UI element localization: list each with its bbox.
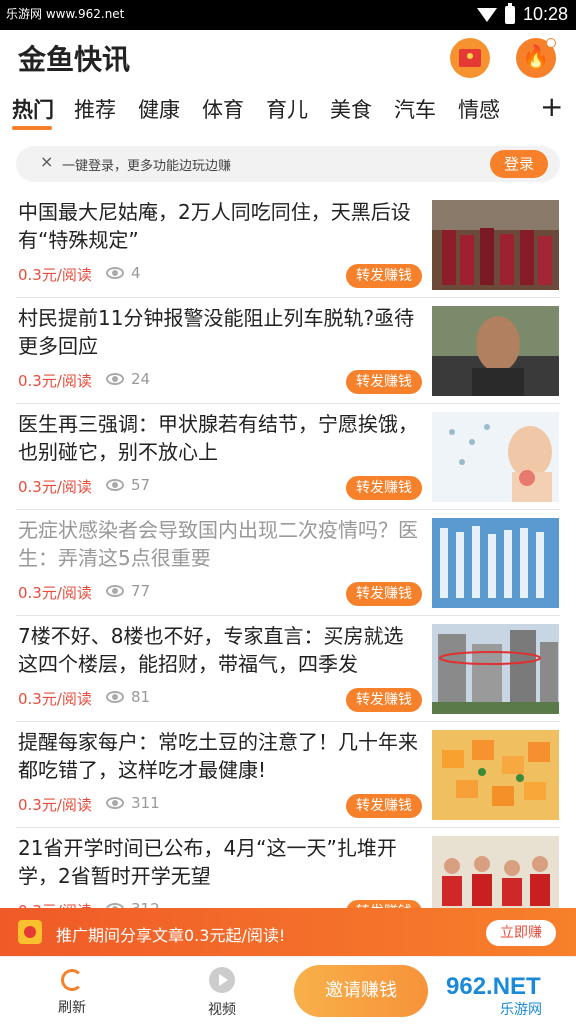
article-title[interactable]: 无症状感染者会导致国内出现二次疫情吗？医生：弄清这5点很重要	[18, 516, 418, 572]
article-views: 57	[131, 476, 151, 494]
article-views: 311	[131, 794, 160, 812]
app-title: 金鱼快讯	[18, 43, 131, 76]
app-header: 金鱼快讯 🔥	[0, 30, 576, 86]
eye-icon	[106, 267, 124, 279]
tab-hot[interactable]: 热门	[12, 94, 54, 124]
article-views: 4	[131, 264, 141, 282]
eye-icon	[106, 479, 124, 491]
red-envelope-button[interactable]	[450, 38, 490, 78]
promo-banner: 推广期间分享文章0.3元起/阅读! 立即赚	[0, 908, 576, 956]
article-item[interactable]: 村民提前11分钟报警没能阻止列车脱轨?亟待更多回应 0.3元/阅读 24 转发赚…	[0, 298, 576, 404]
tab-health[interactable]: 健康	[138, 94, 180, 124]
article-thumbnail[interactable]	[432, 306, 559, 396]
eye-icon	[106, 373, 124, 385]
tab-food[interactable]: 美食	[330, 94, 372, 124]
login-banner-text: 一键登录，更多功能边玩边赚	[62, 159, 232, 174]
eye-icon	[106, 797, 124, 809]
eye-icon	[106, 691, 124, 703]
article-price: 0.3元/阅读	[18, 796, 92, 814]
eye-icon	[106, 585, 124, 597]
article-title[interactable]: 中国最大尼姑庵，2万人同吃同住，天黑后设有“特殊规定”	[18, 198, 418, 254]
article-item[interactable]: 中国最大尼姑庵，2万人同吃同住，天黑后设有“特殊规定” 0.3元/阅读 4 转发…	[0, 192, 576, 298]
article-title[interactable]: 21省开学时间已公布，4月“这一天”扎堆开学，2省暂时开学无望	[18, 834, 418, 890]
article-price: 0.3元/阅读	[18, 690, 92, 708]
nav-refresh[interactable]: 刷新	[40, 965, 104, 1017]
share-earn-button[interactable]: 转发赚钱	[346, 476, 422, 500]
gift-icon	[18, 920, 42, 944]
article-title[interactable]: 医生再三强调：甲状腺若有结节，宁愿挨饿，也别碰它，别不放心上	[18, 410, 418, 466]
article-thumbnail[interactable]	[432, 518, 559, 608]
battery-icon	[504, 2, 515, 24]
article-item[interactable]: 提醒每家每户：常吃土豆的注意了！几十年来都吃错了，这样吃才最健康! 0.3元/阅…	[0, 722, 576, 828]
refresh-icon	[61, 969, 83, 991]
article-title[interactable]: 村民提前11分钟报警没能阻止列车脱轨?亟待更多回应	[18, 304, 418, 360]
article-price: 0.3元/阅读	[18, 372, 92, 390]
nav-refresh-label: 刷新	[58, 1000, 86, 1016]
status-bar: 乐游网 www.962.net 10:28	[0, 0, 576, 30]
site-watermark: 962.NET 乐游网	[440, 966, 570, 1018]
article-thumbnail[interactable]	[432, 200, 559, 290]
article-thumbnail[interactable]	[432, 624, 559, 714]
play-icon	[209, 967, 235, 993]
status-site-text: 乐游网 www.962.net	[6, 7, 125, 21]
tab-sports[interactable]: 体育	[202, 94, 244, 124]
article-price: 0.3元/阅读	[18, 266, 92, 284]
notification-dot	[546, 38, 556, 48]
category-tabs: 热门 推荐 健康 体育 育儿 美食 汽车 情感 +	[0, 88, 576, 134]
wifi-icon	[476, 7, 497, 22]
share-earn-button[interactable]: 转发赚钱	[346, 370, 422, 394]
status-time: 10:28	[522, 4, 568, 24]
tab-parenting[interactable]: 育儿	[266, 94, 308, 124]
article-price: 0.3元/阅读	[18, 584, 92, 602]
article-title[interactable]: 7楼不好、8楼也不好，专家直言：买房就选这四个楼层，能招财，带福气，四季发	[18, 622, 418, 678]
login-banner: × 一键登录，更多功能边玩边赚 登录	[16, 146, 560, 182]
login-button[interactable]: 登录	[490, 150, 548, 178]
fire-icon: 🔥	[522, 45, 550, 70]
invite-earn-button[interactable]: 邀请赚钱	[294, 965, 428, 1017]
status-icons: 10:28	[476, 2, 568, 25]
promo-text: 推广期间分享文章0.3元起/阅读!	[56, 926, 286, 945]
share-earn-button[interactable]: 转发赚钱	[346, 688, 422, 712]
add-tab-icon[interactable]: +	[540, 90, 563, 123]
article-views: 81	[131, 688, 151, 706]
watermark-subtext: 乐游网	[500, 1002, 542, 1018]
article-thumbnail[interactable]	[432, 730, 559, 820]
share-earn-button[interactable]: 转发赚钱	[346, 264, 422, 288]
article-item[interactable]: 7楼不好、8楼也不好，专家直言：买房就选这四个楼层，能招财，带福气，四季发 0.…	[0, 616, 576, 722]
article-thumbnail[interactable]	[432, 412, 559, 502]
tabs-fade	[510, 88, 538, 128]
nav-video-label: 视频	[208, 1002, 236, 1018]
article-views: 24	[131, 370, 151, 388]
promo-earn-button[interactable]: 立即赚	[486, 920, 556, 946]
share-earn-button[interactable]: 转发赚钱	[346, 794, 422, 818]
tab-cars[interactable]: 汽车	[394, 94, 436, 124]
tab-emotion[interactable]: 情感	[458, 94, 500, 124]
red-envelope-icon	[459, 49, 481, 67]
close-icon[interactable]: ×	[40, 152, 53, 171]
article-price: 0.3元/阅读	[18, 478, 92, 496]
nav-video[interactable]: 视频	[190, 965, 254, 1019]
fire-button[interactable]: 🔥	[516, 38, 556, 78]
article-item[interactable]: 医生再三强调：甲状腺若有结节，宁愿挨饿，也别碰它，别不放心上 0.3元/阅读 5…	[0, 404, 576, 510]
tab-recommend[interactable]: 推荐	[74, 94, 116, 124]
share-earn-button[interactable]: 转发赚钱	[346, 582, 422, 606]
article-item[interactable]: 无症状感染者会导致国内出现二次疫情吗？医生：弄清这5点很重要 0.3元/阅读 7…	[0, 510, 576, 616]
watermark-text: 962.NET	[446, 973, 541, 1000]
article-title[interactable]: 提醒每家每户：常吃土豆的注意了！几十年来都吃错了，这样吃才最健康!	[18, 728, 418, 784]
active-tab-indicator	[12, 126, 52, 130]
article-views: 77	[131, 582, 151, 600]
